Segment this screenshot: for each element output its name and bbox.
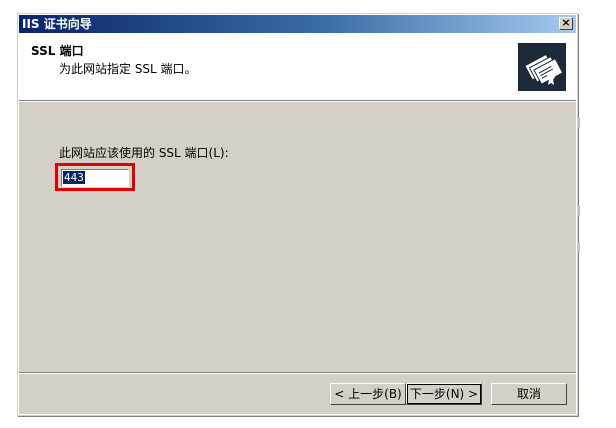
title-bar[interactable]: IIS 证书向导 × xyxy=(19,15,576,33)
footer-divider-highlight xyxy=(19,373,576,374)
page-title: SSL 端口 xyxy=(31,44,84,58)
certificate-wizard-dialog: IIS 证书向导 × SSL 端口 为此网站指定 SSL 端口。 此网站应该使用… xyxy=(18,14,577,415)
cancel-button[interactable]: 取消 xyxy=(491,383,567,405)
next-button[interactable]: 下一步(N) > xyxy=(406,383,482,405)
background-window-edge xyxy=(578,206,580,216)
port-field-highlight: 443 xyxy=(55,163,135,191)
close-icon: × xyxy=(561,16,571,29)
ssl-port-label: 此网站应该使用的 SSL 端口(L): xyxy=(59,146,229,160)
back-button[interactable]: < 上一步(B) xyxy=(330,383,406,405)
screen: IIS 证书向导 × SSL 端口 为此网站指定 SSL 端口。 此网站应该使用… xyxy=(0,0,616,428)
background-window-edge xyxy=(578,242,580,252)
certificate-wizard-icon xyxy=(518,43,566,91)
header-divider-highlight xyxy=(19,101,576,102)
page-subtitle: 为此网站指定 SSL 端口。 xyxy=(59,62,197,76)
background-window-edge xyxy=(578,118,580,128)
close-button[interactable]: × xyxy=(559,17,573,30)
window-title: IIS 证书向导 xyxy=(22,17,92,31)
wizard-header: SSL 端口 为此网站指定 SSL 端口。 xyxy=(19,33,576,100)
ssl-port-selected-text: 443 xyxy=(63,171,85,184)
